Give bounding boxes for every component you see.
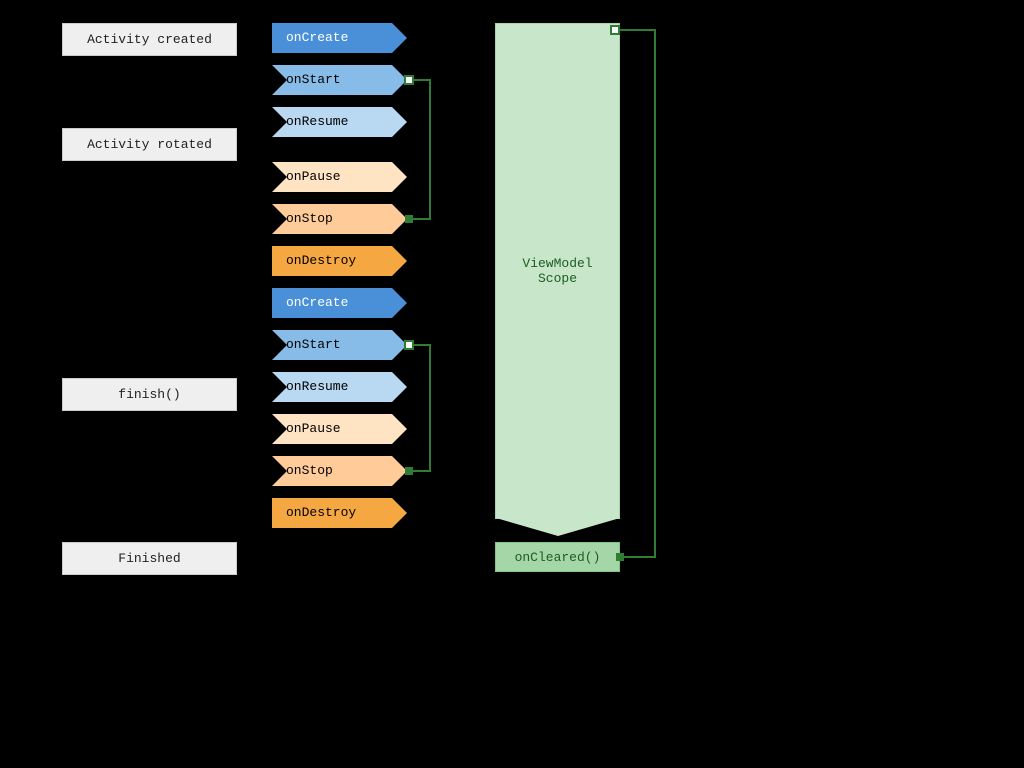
- lifecycle-onresume-2: onResume: [272, 372, 392, 402]
- lifecycle-ondestroy-2: onDestroy: [272, 498, 392, 528]
- lifecycle-onresume-1: onResume: [272, 107, 392, 137]
- viewmodel-scope: ViewModel Scope: [495, 23, 620, 519]
- lifecycle-ondestroy-1: onDestroy: [272, 246, 392, 276]
- lifecycle-onstop-1: onStop: [272, 204, 392, 234]
- lifecycle-onstop-2: onStop: [272, 456, 392, 486]
- state-finish-call: finish(): [62, 378, 237, 411]
- lifecycle-onstart-2: onStart: [272, 330, 392, 360]
- lifecycle-oncreate-1: onCreate: [272, 23, 392, 53]
- lifecycle-onstart-1: onStart: [272, 65, 392, 95]
- lifecycle-onpause-1: onPause: [272, 162, 392, 192]
- state-activity-rotated: Activity rotated: [62, 128, 237, 161]
- lifecycle-onpause-2: onPause: [272, 414, 392, 444]
- lifecycle-oncreate-2: onCreate: [272, 288, 392, 318]
- state-finished: Finished: [62, 542, 237, 575]
- viewmodel-oncleared: onCleared(): [495, 542, 620, 572]
- state-activity-created: Activity created: [62, 23, 237, 56]
